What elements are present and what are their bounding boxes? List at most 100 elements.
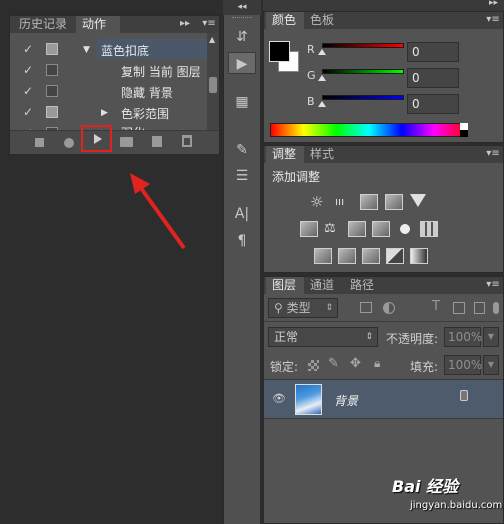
spectrum-bar[interactable]	[270, 123, 468, 137]
list-item[interactable]: ✓ 复制 当前 图层	[21, 60, 207, 82]
fill-value: 100%	[448, 358, 483, 372]
filter-smartobject-icon[interactable]	[474, 302, 485, 314]
filter-toggle-icon[interactable]	[493, 302, 499, 314]
expand-icon[interactable]: ▸▸	[489, 0, 498, 8]
paragraph-panel-icon[interactable]: ¶	[228, 230, 256, 252]
color-balance-icon[interactable]: ⚖	[324, 221, 342, 237]
action-step-label: 复制 当前 图层	[121, 65, 201, 79]
lock-transparent-icon[interactable]	[308, 360, 319, 371]
list-item[interactable]: ✓ ▼ 蓝色扣底	[21, 39, 207, 61]
info-panel-icon[interactable]: ▦	[228, 91, 256, 113]
layer-thumbnail[interactable]	[295, 384, 322, 415]
layer-name[interactable]: 背景	[334, 392, 358, 409]
foreground-color-swatch[interactable]	[269, 41, 290, 62]
layer-filter-select[interactable]: ⚲ 类型 ⇕	[268, 298, 338, 318]
blue-slider[interactable]	[322, 95, 404, 100]
opacity-dropdown-icon[interactable]: ▼	[483, 327, 499, 347]
posterize-icon[interactable]	[338, 248, 356, 264]
invert-icon[interactable]	[314, 248, 332, 264]
tab-color[interactable]: 颜色	[266, 12, 304, 29]
tab-layers[interactable]: 图层	[266, 277, 304, 294]
eye-icon[interactable]: 👁︎	[272, 392, 286, 405]
actions-list: ✓ ▼ 蓝色扣底 ✓ 复制 当前 图层 ✓ 隐藏 背景 ✓ ▶ 色彩范围 ✓ ▶…	[10, 33, 207, 130]
tab-adjustments[interactable]: 调整	[266, 146, 304, 163]
play-selection-button[interactable]	[81, 125, 112, 152]
channel-mixer-icon[interactable]	[396, 221, 414, 237]
list-item[interactable]: ✓ ▶ 羽化	[21, 123, 207, 130]
check-icon[interactable]: ✓	[21, 42, 35, 56]
black-white-icon[interactable]	[348, 221, 366, 237]
check-icon[interactable]: ✓	[21, 105, 35, 119]
expand-down-icon[interactable]: ▼	[83, 45, 90, 55]
green-slider[interactable]	[322, 69, 404, 74]
panel-menu-icon[interactable]: ▾≡	[202, 18, 216, 30]
check-icon[interactable]: ✓	[21, 63, 35, 77]
threshold-icon[interactable]	[362, 248, 380, 264]
opacity-input[interactable]: 100%	[444, 327, 482, 347]
photo-filter-icon[interactable]	[372, 221, 390, 237]
lock-position-icon[interactable]: ✥	[350, 356, 361, 371]
gradient-map-icon[interactable]	[410, 248, 428, 264]
exposure-icon[interactable]	[385, 194, 403, 210]
lock-image-icon[interactable]: ✎	[328, 356, 339, 371]
vibrance-icon[interactable]	[410, 194, 426, 207]
hue-saturation-icon[interactable]	[300, 221, 318, 237]
channel-b-input[interactable]: 0	[407, 94, 459, 114]
panel-menu-icon[interactable]: ▾≡	[486, 14, 500, 26]
new-action-icon[interactable]	[152, 136, 162, 147]
spectrum-white-black[interactable]	[460, 123, 468, 137]
lock-all-icon[interactable]: 🔒︎	[374, 356, 380, 371]
brightness-contrast-icon[interactable]: ☼	[310, 194, 328, 210]
dialog-toggle-icon[interactable]	[46, 85, 58, 97]
tab-history[interactable]: 历史记录	[13, 16, 73, 33]
panel-menu-icon[interactable]: ▾≡	[486, 279, 500, 291]
record-icon[interactable]	[64, 138, 74, 148]
scrollbar[interactable]: ▲	[207, 33, 219, 130]
expand-right-icon[interactable]: ▶	[101, 108, 108, 118]
color-lookup-icon[interactable]	[420, 221, 438, 237]
selective-color-icon[interactable]	[386, 248, 404, 264]
red-slider-handle[interactable]	[318, 49, 326, 55]
tab-swatches[interactable]: 色板	[304, 12, 340, 29]
blend-mode-select[interactable]: 正常 ⇕	[268, 327, 378, 347]
blue-slider-handle[interactable]	[318, 101, 326, 107]
channel-r-input[interactable]: 0	[407, 42, 459, 62]
dialog-toggle-icon[interactable]	[46, 106, 58, 118]
filter-type-icon[interactable]: T	[432, 299, 440, 314]
history-panel-icon[interactable]: ⇵	[228, 26, 256, 48]
channel-g-input[interactable]: 0	[407, 68, 459, 88]
panel-menu-icon[interactable]: ▾≡	[486, 148, 500, 160]
fill-dropdown-icon[interactable]: ▼	[483, 355, 499, 375]
collapse-icon[interactable]: ▸▸	[177, 18, 193, 30]
filter-pixel-icon[interactable]	[360, 302, 372, 313]
tab-actions[interactable]: 动作	[76, 16, 120, 33]
brush-panel-icon[interactable]: ✎	[228, 139, 256, 161]
trash-icon[interactable]	[182, 135, 192, 147]
dialog-toggle-icon[interactable]	[46, 64, 58, 76]
green-slider-handle[interactable]	[318, 75, 326, 81]
character-panel-icon[interactable]: A|	[228, 203, 256, 225]
check-icon[interactable]: ✓	[21, 84, 35, 98]
actions-panel-icon[interactable]: ▶	[228, 52, 256, 74]
actions-panel: 历史记录 动作 ▸▸ ▾≡ ✓ ▼ 蓝色扣底 ✓ 复制 当前 图层 ✓ 隐藏 背…	[9, 15, 220, 155]
list-item[interactable]: ✓ ▶ 色彩范围	[21, 102, 207, 124]
filter-shape-icon[interactable]	[453, 302, 465, 314]
channel-b-label: B	[307, 95, 315, 108]
fill-input[interactable]: 100%	[444, 355, 483, 375]
scroll-thumb[interactable]	[209, 77, 217, 93]
tab-styles[interactable]: 样式	[304, 146, 340, 163]
grip-icon	[232, 17, 252, 19]
scroll-up-icon[interactable]: ▲	[209, 35, 215, 44]
tab-channels[interactable]: 通道	[304, 277, 340, 294]
layer-row[interactable]: 👁︎ 背景	[264, 379, 503, 419]
levels-icon[interactable]: ııı	[335, 194, 353, 210]
stop-icon[interactable]	[35, 138, 44, 147]
brush-presets-icon[interactable]: ☰	[228, 165, 256, 187]
red-slider[interactable]	[322, 43, 404, 48]
curves-icon[interactable]	[360, 194, 378, 210]
dialog-toggle-icon[interactable]	[46, 43, 58, 55]
new-set-folder-icon[interactable]	[120, 137, 133, 147]
list-item[interactable]: ✓ 隐藏 背景	[21, 81, 207, 103]
filter-adjustment-icon[interactable]	[383, 302, 395, 314]
tab-paths[interactable]: 路径	[344, 277, 380, 294]
